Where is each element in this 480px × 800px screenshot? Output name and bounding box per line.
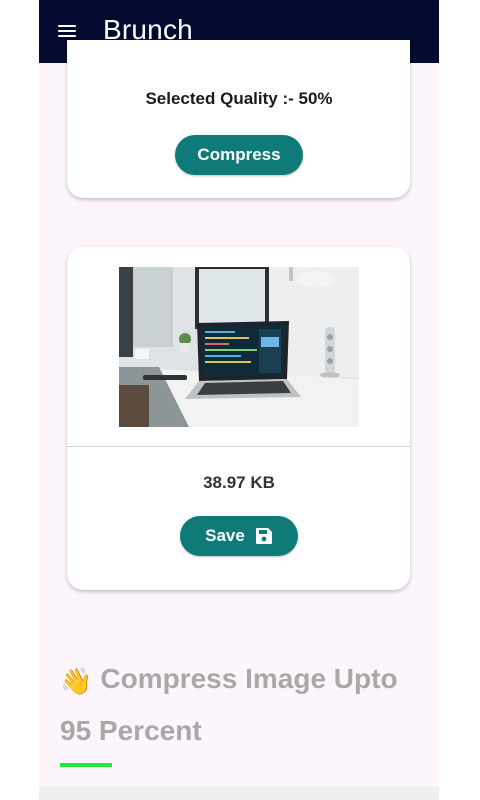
promo-headline: 👋 Compress Image Upto [60,663,398,697]
save-button-label: Save [205,526,245,545]
waving-hand-icon: 👋 [60,666,93,696]
hamburger-menu-icon[interactable] [58,24,76,38]
promo-line-1: Compress Image Upto [100,663,398,694]
selected-quality-label: Selected Quality :- 50% [145,89,333,108]
file-size-label: 38.97 KB [203,473,275,492]
compress-button-label: Compress [197,145,281,164]
laptop-desk-photo [119,267,359,427]
promo-line-2: 95 Percent [60,715,202,746]
accent-underline [60,763,112,767]
compress-button[interactable]: Compress [175,135,303,175]
bottom-strip [39,787,439,800]
save-button[interactable]: Save [180,516,298,556]
floppy-disk-icon [255,528,272,544]
card-divider [67,446,410,447]
app-screen: Brunch Selected Quality :- 50% Compress [39,0,439,800]
